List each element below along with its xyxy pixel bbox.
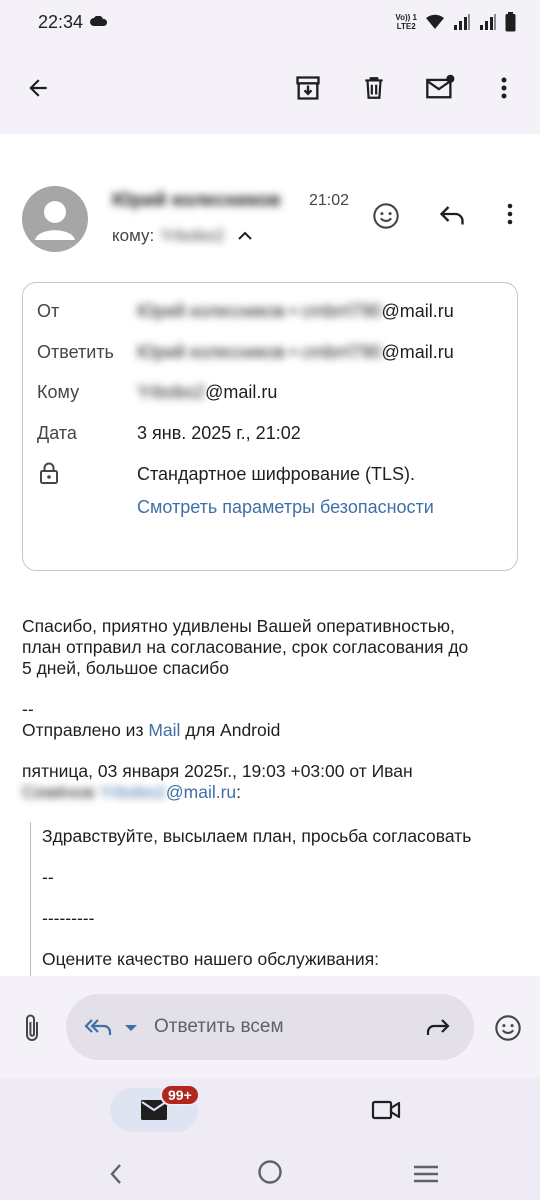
video-camera-icon <box>371 1100 401 1120</box>
paperclip-icon <box>26 1014 38 1041</box>
attach-button[interactable] <box>12 1006 52 1050</box>
emoji-reaction-button[interactable] <box>486 1006 530 1050</box>
quote-line: Здравствуйте, высылаем план, просьба сог… <box>42 826 472 846</box>
more-options-button[interactable] <box>482 66 526 110</box>
quote-header-email-hidden[interactable]: Yrbobo2 <box>100 782 166 802</box>
more-vert-icon <box>507 203 513 225</box>
system-recents-button[interactable] <box>404 1154 448 1194</box>
wifi-icon <box>426 14 444 29</box>
to-value-detail-domain: @mail.ru <box>205 382 278 402</box>
quote-line: -- <box>42 867 54 887</box>
reply-icon <box>439 206 464 225</box>
trash-icon <box>365 77 383 99</box>
reply-all-placeholder: Ответить всем <box>154 1016 284 1037</box>
quote-header-colon: : <box>236 782 242 802</box>
body-line: Спасибо, приятно удивлены Вашей оператив… <box>22 616 455 636</box>
reply-to-value-domain: @mail.ru <box>381 342 454 362</box>
back-arrow-icon <box>29 79 47 97</box>
message-more-button[interactable] <box>488 192 532 236</box>
network-label-top: Vo)) 1 <box>395 13 417 22</box>
message-body: Спасибо, приятно удивлены Вашей оператив… <box>22 616 522 679</box>
to-label-detail: Кому <box>37 382 80 402</box>
react-button[interactable] <box>364 194 408 238</box>
status-bar: 22:34 Vo)) 1 LTE2 <box>0 0 540 46</box>
forward-icon[interactable] <box>424 1016 452 1038</box>
status-icons: Vo)) 1 LTE2 <box>395 12 516 32</box>
to-value: Yrbobo2 <box>160 226 225 245</box>
body-line: план отправил на согласование, срок согл… <box>22 637 469 657</box>
home-circle-icon <box>258 1160 282 1184</box>
signal-icon-2 <box>480 14 496 30</box>
battery-icon <box>505 12 516 32</box>
top-app-bar <box>0 46 540 134</box>
quote-header-email-domain[interactable]: @mail.ru <box>166 782 236 802</box>
mark-unread-button[interactable] <box>418 66 462 110</box>
date-value: 3 янв. 2025 г., 21:02 <box>137 423 301 443</box>
network-label-bottom: LTE2 <box>396 22 416 31</box>
message-time: 21:02 <box>309 192 350 209</box>
signature-separator: -- <box>22 699 34 719</box>
quote-line: Оцените качество нашего обслуживания: <box>42 949 380 969</box>
quote-header: пятница, 03 января 2025г., 19:03 +03:00 … <box>22 761 522 803</box>
to-value-detail: Yrbobo2@mail.ru <box>137 382 277 403</box>
reply-to-label: Ответить <box>37 342 114 362</box>
reply-compose-bar: Ответить всем <box>0 976 540 1078</box>
recipient-row[interactable]: кому: Yrbobo2 <box>112 226 254 246</box>
chevron-up-icon[interactable] <box>236 230 254 242</box>
nav-meet-tab[interactable] <box>362 1090 410 1130</box>
reply-all-icon <box>84 1019 112 1035</box>
emoji-icon <box>373 203 399 229</box>
from-value: Юрий колесников • cmbrrl790@mail.ru <box>137 301 454 322</box>
from-value-domain: @mail.ru <box>381 301 454 321</box>
archive-button[interactable] <box>286 66 330 110</box>
to-value-detail-hidden: Yrbobo2 <box>137 382 206 402</box>
system-home-button[interactable] <box>250 1152 290 1192</box>
security-settings-link[interactable]: Смотреть параметры безопасности <box>137 497 434 518</box>
sent-from-suffix: для Android <box>180 720 281 740</box>
reply-to-value-hidden: Юрий колесников • cmbrrl790 <box>137 342 382 362</box>
system-back-button[interactable] <box>96 1154 136 1194</box>
signal-icon <box>454 14 470 30</box>
person-icon <box>35 201 75 240</box>
date-label: Дата <box>37 423 77 443</box>
sender-name[interactable]: Юрий колесников <box>112 190 281 212</box>
reply-button[interactable] <box>430 192 474 236</box>
reply-to-value: Юрий колесников • cmbrrl790@mail.ru <box>137 342 454 363</box>
sent-from-line: Отправлено из Mail для Android <box>22 720 522 741</box>
emoji-icon <box>495 1015 521 1041</box>
quote-line: --------- <box>42 908 95 928</box>
quote-header-line2: Семёнов Yrbobo2@mail.ru: <box>22 782 522 803</box>
from-label: От <box>37 301 60 321</box>
avatar[interactable] <box>22 186 88 252</box>
mail-app-link[interactable]: Mail <box>148 720 180 740</box>
quoted-message: Здравствуйте, высылаем план, просьба сог… <box>30 822 530 976</box>
delete-button[interactable] <box>352 66 396 110</box>
cloud-icon <box>90 16 107 26</box>
dropdown-arrow-icon[interactable] <box>124 1023 138 1033</box>
back-button[interactable] <box>16 66 60 110</box>
encryption-value: Стандартное шифрование (TLS). <box>137 464 416 484</box>
from-value-hidden: Юрий колесников • cmbrrl790 <box>137 301 382 321</box>
reply-all-field[interactable]: Ответить всем <box>66 994 474 1060</box>
archive-icon <box>296 76 320 100</box>
lock-icon <box>40 462 58 484</box>
message-content: Юрий колесников 21:02 кому: Yrbobo2 От Ю <box>0 134 540 976</box>
network-label: Vo)) 1 LTE2 <box>395 13 417 31</box>
system-navigation-bar <box>0 1138 540 1200</box>
quote-header-name-hidden: Семёнов <box>22 782 95 802</box>
to-label: кому: <box>112 226 155 245</box>
menu-lines-icon <box>414 1165 438 1183</box>
unread-badge: 99+ <box>160 1084 200 1106</box>
mark-unread-icon <box>426 74 455 99</box>
bottom-navigation: 99+ <box>0 1078 540 1200</box>
sent-from-prefix: Отправлено из <box>22 720 149 740</box>
chevron-left-icon <box>110 1164 121 1184</box>
quote-header-line1: пятница, 03 января 2025г., 19:03 +03:00 … <box>22 761 413 781</box>
status-time: 22:34 <box>38 12 84 32</box>
more-vert-icon <box>501 77 507 99</box>
body-line: 5 дней, большое спасибо <box>22 658 230 678</box>
details-card: От Юрий колесников • cmbrrl790@mail.ru О… <box>22 282 518 571</box>
